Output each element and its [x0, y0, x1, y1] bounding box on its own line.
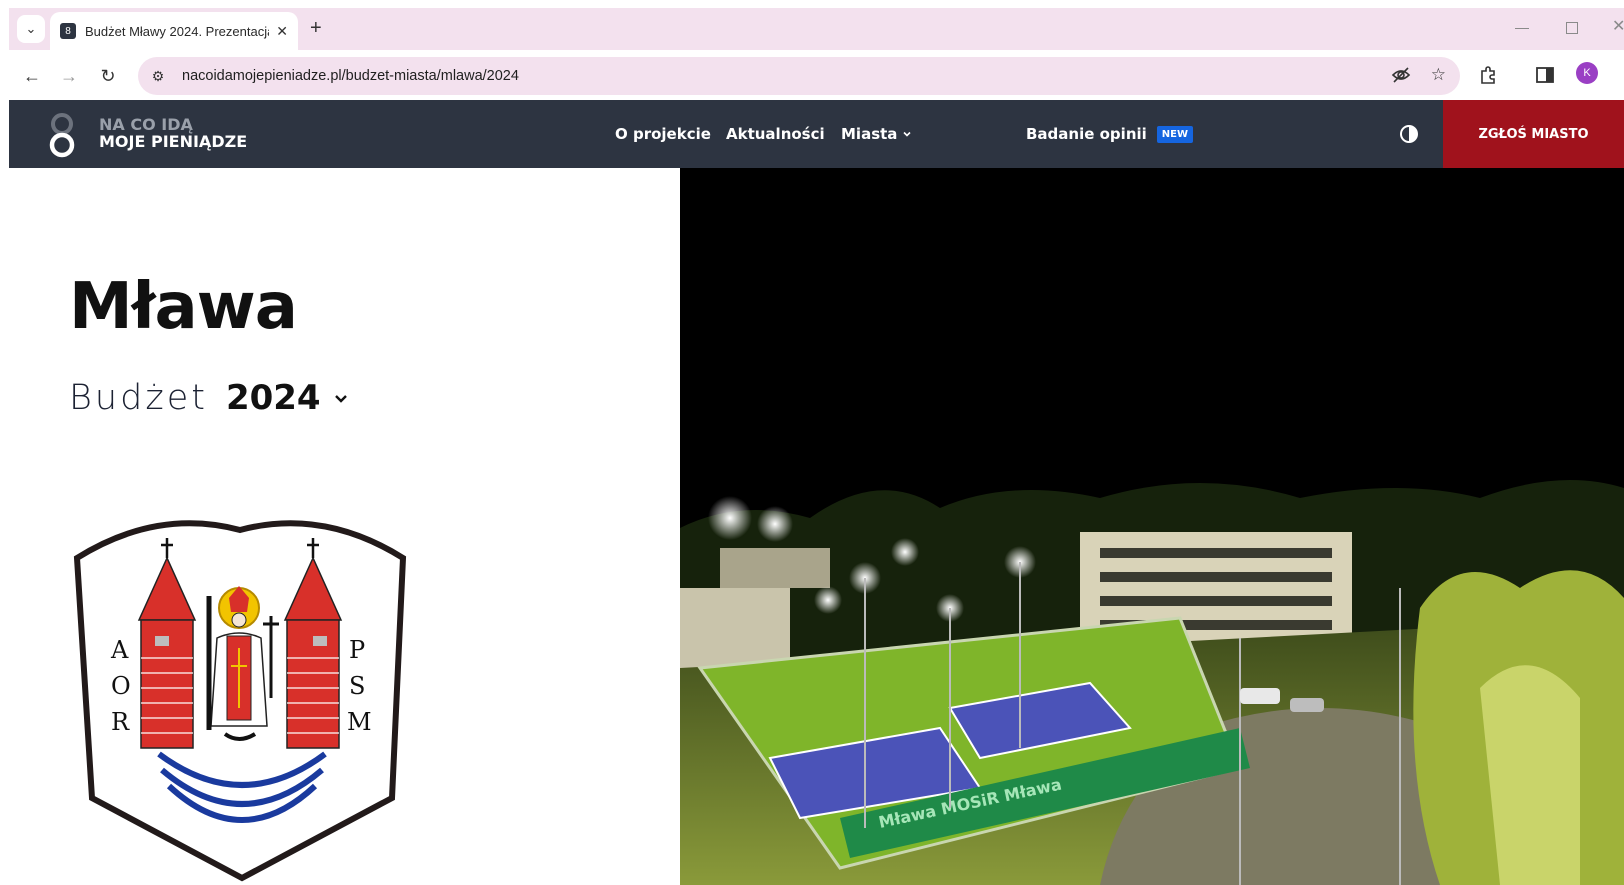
night-sports-complex-image: Mława MOSiR Mława [680, 168, 1624, 885]
maximize-icon[interactable] [1566, 22, 1578, 34]
crest-letter-s: S [349, 672, 365, 700]
hero-info-panel: Mława Budżet 2024 A O R P S M [9, 168, 680, 885]
address-bar[interactable]: ⚙ nacoidamojepieniadze.pl/budzet-miasta/… [138, 57, 1460, 95]
profile-avatar[interactable]: K [1576, 62, 1598, 84]
site-header: NA CO IDĄ MOJE PIENIĄDZE O projekcie Akt… [9, 100, 1624, 168]
new-tab-button[interactable]: + [310, 16, 322, 40]
new-badge: NEW [1156, 125, 1194, 143]
nav-cities-dropdown[interactable]: Miasta [841, 100, 912, 168]
city-title: Mława [69, 270, 298, 344]
close-icon[interactable]: ✕ [276, 23, 288, 40]
star-icon[interactable]: ☆ [1431, 65, 1446, 85]
crest-letter-a: A [110, 636, 129, 664]
crest-letter-p: P [349, 636, 365, 664]
report-city-button[interactable]: ZGŁOŚ MIASTO [1443, 100, 1624, 168]
chevron-down-icon [903, 131, 911, 137]
minimize-icon[interactable] [1515, 28, 1529, 29]
site-settings-icon[interactable]: ⚙ [148, 68, 168, 85]
nav-about-label: O projekcie [615, 125, 711, 143]
nav-about[interactable]: O projekcie [615, 100, 711, 168]
back-button[interactable]: ← [18, 62, 46, 90]
hero-photo: Mława MOSiR Mława [680, 168, 1624, 885]
nav-cities-label: Miasta [841, 125, 898, 143]
logo-line-2: MOJE PIENIĄDZE [99, 132, 248, 151]
browser-toolbar: ← → ↻ ⚙ nacoidamojepieniadze.pl/budzet-m… [0, 52, 1624, 100]
side-panel-icon[interactable] [1535, 65, 1555, 85]
url-text[interactable]: nacoidamojepieniadze.pl/budzet-miasta/ml… [182, 68, 519, 84]
logo-icon[interactable] [49, 112, 75, 158]
chevron-down-icon [334, 395, 347, 403]
active-tab[interactable]: 8 Budżet Mławy 2024. Prezentacja ✕ [50, 12, 298, 50]
crest-letter-r: R [111, 708, 130, 736]
reload-icon: ↻ [100, 65, 116, 86]
site-logo[interactable]: NA CO IDĄ MOJE PIENIĄDZE [99, 116, 247, 150]
crest-letter-m: M [347, 708, 372, 736]
city-coat-of-arms: A O R P S M [73, 520, 407, 882]
nav-news[interactable]: Aktualności [726, 100, 825, 168]
budget-label: Budżet [69, 378, 208, 418]
arrow-left-icon: ← [23, 65, 41, 86]
tab-favicon-icon: 8 [60, 23, 76, 39]
contrast-toggle-icon[interactable] [1399, 124, 1419, 144]
forward-button[interactable]: → [55, 62, 83, 90]
chevron-down-icon: ⌄ [25, 21, 37, 36]
logo-line-1: NA CO IDĄ [99, 115, 193, 134]
reload-button[interactable]: ↻ [94, 62, 122, 90]
arrow-right-icon: → [60, 65, 78, 86]
window-close-icon[interactable]: ✕ [1612, 16, 1624, 36]
extensions-icon[interactable] [1478, 65, 1498, 85]
tab-title: Budżet Mławy 2024. Prezentacja [85, 23, 269, 39]
tab-search-button[interactable]: ⌄ [17, 15, 45, 43]
budget-year-selector[interactable]: Budżet 2024 [69, 378, 349, 418]
eye-off-icon[interactable] [1391, 65, 1411, 85]
browser-tabstrip: ⌄ 8 Budżet Mławy 2024. Prezentacja ✕ + ✕ [0, 0, 1624, 52]
crest-letter-o: O [111, 672, 131, 700]
nav-news-label: Aktualności [726, 125, 825, 143]
budget-year: 2024 [225, 378, 321, 418]
nav-survey[interactable]: Badanie opinii NEW [1026, 100, 1194, 168]
nav-survey-label: Badanie opinii [1026, 125, 1147, 143]
